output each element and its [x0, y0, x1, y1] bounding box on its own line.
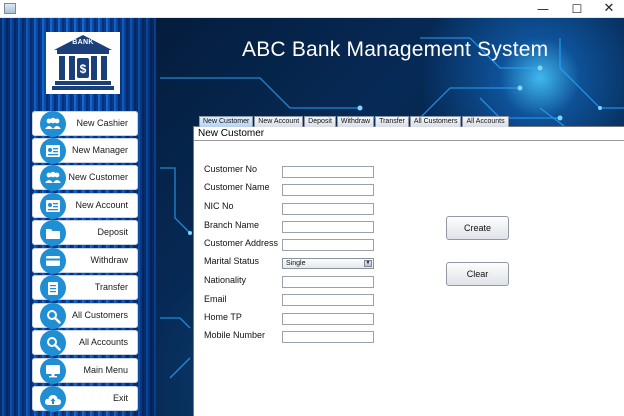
- home-tp-input[interactable]: [282, 313, 374, 325]
- maximize-button[interactable]: ☐: [560, 0, 594, 18]
- panel-divider: [194, 140, 624, 141]
- bank-logo: $ BANK: [46, 32, 120, 94]
- credit-card-icon: [40, 248, 66, 274]
- id-card-icon: [40, 138, 66, 164]
- tab-all-accounts[interactable]: All Accounts: [462, 116, 509, 127]
- customer-name-input[interactable]: [282, 184, 374, 196]
- new-customer-panel: New Customer Customer No Customer Name N…: [193, 126, 624, 416]
- tab-new-account[interactable]: New Account: [254, 116, 304, 127]
- sidebar-item-exit[interactable]: Exit: [32, 386, 138, 412]
- minimize-button[interactable]: —: [526, 0, 560, 18]
- logo-text: BANK: [72, 39, 94, 46]
- tab-deposit[interactable]: Deposit: [304, 116, 336, 127]
- sidebar-item-new-cashier[interactable]: New Cashier: [32, 111, 138, 137]
- chevron-down-icon: ▼: [364, 260, 372, 267]
- panel-title: New Customer: [198, 128, 265, 139]
- nationality-input[interactable]: [282, 276, 374, 288]
- customer-no-label: Customer No: [204, 164, 258, 174]
- customer-address-label: Customer Address: [204, 238, 279, 248]
- create-button[interactable]: Create: [446, 216, 509, 240]
- folder-icon: [40, 220, 66, 246]
- tab-transfer[interactable]: Transfer: [375, 116, 409, 127]
- sidebar-item-deposit[interactable]: Deposit: [32, 220, 138, 246]
- tab-bar: New Customer New Account Deposit Withdra…: [199, 116, 509, 127]
- clear-button[interactable]: Clear: [446, 262, 509, 286]
- svg-text:$: $: [80, 62, 87, 76]
- nationality-label: Nationality: [204, 275, 247, 285]
- mobile-number-label: Mobile Number: [204, 330, 266, 340]
- customer-address-input[interactable]: [282, 239, 374, 251]
- sidebar-item-transfer[interactable]: Transfer: [32, 275, 138, 301]
- app-icon: [4, 3, 16, 14]
- customer-no-input[interactable]: [282, 166, 374, 178]
- sidebar-item-label: New Account: [75, 200, 128, 210]
- search-icon: [40, 330, 66, 356]
- sidebar-item-new-manager[interactable]: New Manager: [32, 138, 138, 164]
- search-icon: [40, 303, 66, 329]
- branch-name-label: Branch Name: [204, 220, 260, 230]
- close-button[interactable]: ✕: [592, 0, 624, 18]
- mobile-number-input[interactable]: [282, 331, 374, 343]
- email-label: Email: [204, 294, 227, 304]
- sidebar-item-label: All Customers: [71, 310, 128, 320]
- sidebar-item-withdraw[interactable]: Withdraw: [32, 248, 138, 274]
- sidebar-item-label: Main Menu: [83, 365, 128, 375]
- email-input[interactable]: [282, 294, 374, 306]
- id-card-icon: [40, 193, 66, 219]
- app-title: ABC Bank Management System: [242, 38, 549, 61]
- marital-status-select[interactable]: Single ▼: [282, 258, 374, 269]
- sidebar-item-label: Withdraw: [90, 255, 128, 265]
- sidebar-item-all-accounts[interactable]: All Accounts: [32, 330, 138, 356]
- branch-name-input[interactable]: [282, 221, 374, 233]
- customer-name-label: Customer Name: [204, 182, 270, 192]
- sidebar-item-label: All Accounts: [78, 337, 128, 347]
- sidebar-item-new-customer[interactable]: New Customer: [32, 165, 138, 191]
- marital-status-label: Marital Status: [204, 256, 260, 266]
- nic-no-label: NIC No: [204, 201, 234, 211]
- tab-new-customer[interactable]: New Customer: [199, 116, 254, 127]
- sidebar-item-label: Exit: [112, 393, 128, 403]
- document-icon: [40, 275, 66, 301]
- sidebar-item-label: New Customer: [68, 172, 128, 182]
- users-icon: [40, 111, 66, 137]
- cloud-upload-icon: [40, 386, 66, 412]
- users-icon: [40, 165, 66, 191]
- marital-status-value: Single: [286, 260, 306, 267]
- sidebar-item-label: New Cashier: [76, 118, 128, 128]
- sidebar-item-all-customers[interactable]: All Customers: [32, 303, 138, 329]
- sidebar-item-new-account[interactable]: New Account: [32, 193, 138, 219]
- tab-all-customers[interactable]: All Customers: [409, 116, 462, 127]
- sidebar: $ BANK New Cashier New Manager New Custo…: [0, 18, 156, 416]
- window-title-bar: — ☐ ✕: [0, 0, 624, 18]
- sidebar-item-label: Deposit: [97, 227, 128, 237]
- tab-withdraw[interactable]: Withdraw: [336, 116, 375, 127]
- monitor-icon: [40, 358, 66, 384]
- sidebar-item-label: Transfer: [94, 282, 128, 292]
- sidebar-item-main-menu[interactable]: Main Menu: [32, 358, 138, 384]
- sidebar-item-label: New Manager: [71, 145, 128, 155]
- home-tp-label: Home TP: [204, 312, 242, 322]
- nic-no-input[interactable]: [282, 203, 374, 215]
